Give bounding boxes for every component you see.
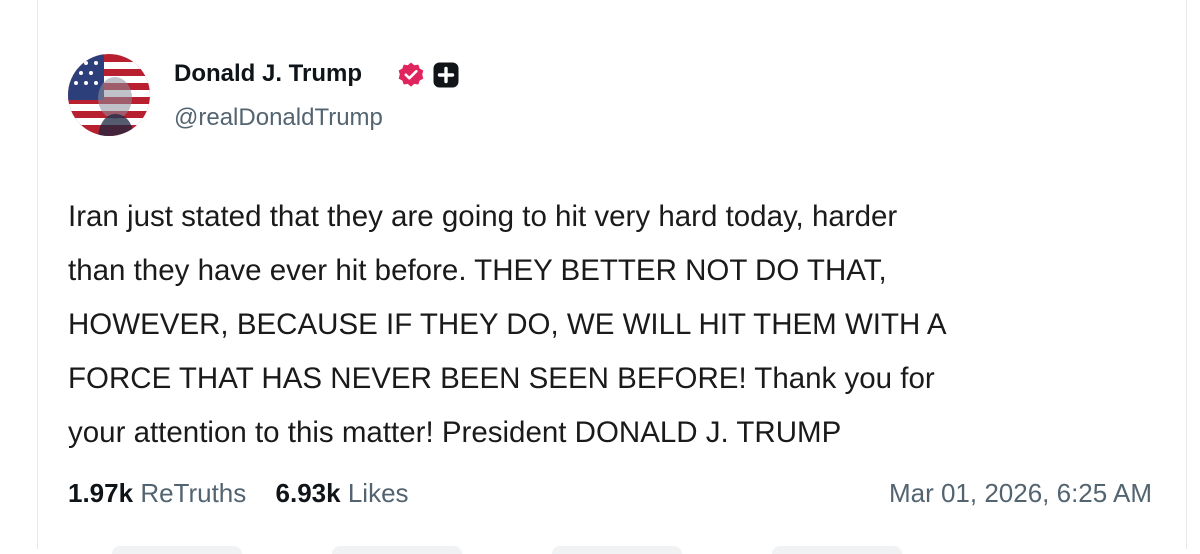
- post-stats: 1.97k ReTruths 6.93k Likes: [68, 478, 431, 509]
- post-text-line: FORCE THAT HAS NEVER BEEN SEEN BEFORE! T…: [68, 362, 935, 395]
- post-text-line: your attention to this matter! President…: [68, 416, 842, 449]
- retruths-label: ReTruths: [140, 478, 247, 508]
- post-text-line: Iran just stated that they are going to …: [68, 200, 898, 233]
- retruths-count: 1.97k: [68, 478, 134, 508]
- plus-badge-icon: [432, 61, 460, 89]
- author-display-name[interactable]: Donald J. Trump: [174, 60, 362, 88]
- share-button[interactable]: [772, 546, 902, 554]
- likes-label: Likes: [347, 478, 409, 508]
- flag-portrait-avatar-icon: [68, 54, 150, 136]
- likes-stat[interactable]: 6.93k Likes: [276, 478, 409, 509]
- post-timestamp[interactable]: Mar 01, 2026, 6:25 AM: [889, 478, 1152, 509]
- verified-badge-icon: [397, 61, 425, 89]
- author-handle[interactable]: @realDonaldTrump: [174, 104, 383, 132]
- retruths-stat[interactable]: 1.97k ReTruths: [68, 478, 246, 509]
- post-card: Donald J. Trump @realDonaldTrump Iran ju…: [37, 0, 1187, 554]
- post-text-line: HOWEVER, BECAUSE IF THEY DO, WE WILL HIT…: [68, 308, 947, 341]
- author-avatar[interactable]: [68, 54, 150, 136]
- reply-button[interactable]: [112, 546, 242, 554]
- likes-count: 6.93k: [275, 478, 341, 508]
- like-button[interactable]: [552, 546, 682, 554]
- retruth-button[interactable]: [332, 546, 462, 554]
- post-text-line: than they have ever hit before. THEY BET…: [68, 254, 887, 287]
- post-text: Iran just stated that they are going to …: [68, 190, 1158, 460]
